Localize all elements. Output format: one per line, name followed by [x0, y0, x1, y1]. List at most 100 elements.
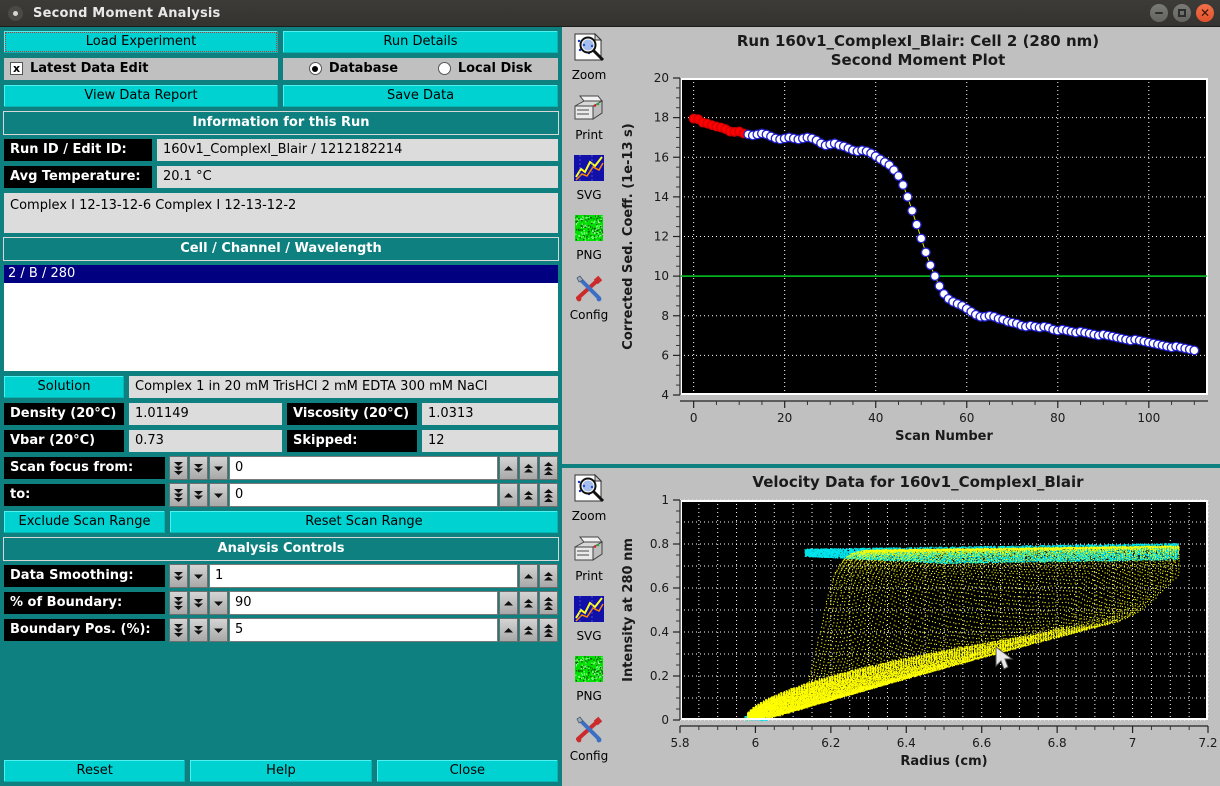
save-data-button[interactable]: Save Data — [282, 84, 559, 108]
toolbar-item-label: Zoom — [572, 68, 607, 82]
toolbar-config-button[interactable]: Config — [570, 714, 608, 763]
boundary-position-input[interactable]: 5 — [229, 618, 498, 642]
data-source-radio-group: Database Local Disk — [282, 57, 559, 81]
scan-focus-to-input[interactable]: 0 — [229, 483, 498, 507]
print-icon — [571, 534, 607, 568]
decrement-button[interactable] — [209, 456, 228, 480]
exclude-scan-range-button[interactable]: Exclude Scan Range — [3, 510, 166, 534]
triple-decrement-button[interactable] — [169, 483, 188, 507]
toolbar-config-button[interactable]: Config — [570, 273, 608, 322]
triple-increment-button[interactable] — [539, 618, 558, 642]
toolbar-item-label: SVG — [576, 629, 601, 643]
radio-database[interactable]: Database — [308, 61, 398, 76]
decrement-button[interactable] — [189, 564, 208, 588]
plot-toolbar-bottom: Zoom Print SVG PNG Config — [562, 468, 616, 786]
double-increment-button[interactable] — [539, 564, 558, 588]
toolbar-svg-button[interactable]: SVG — [571, 153, 607, 202]
double-decrement-button[interactable] — [169, 564, 188, 588]
analysis-controls-header: Analysis Controls — [3, 537, 559, 561]
radio-database-glyph — [308, 62, 322, 75]
velocity-data-plot-title: Velocity Data for 160v1_ComplexI_Blair — [616, 468, 1220, 492]
view-data-report-button[interactable]: View Data Report — [3, 84, 279, 108]
reset-scan-range-button[interactable]: Reset Scan Range — [169, 510, 559, 534]
toolbar-item-label: SVG — [576, 188, 601, 202]
reset-button[interactable]: Reset — [3, 759, 187, 783]
config-icon — [571, 273, 607, 307]
triple-increment-button[interactable] — [539, 483, 558, 507]
triple-increment-button[interactable] — [539, 456, 558, 480]
close-button[interactable]: Close — [375, 759, 559, 783]
increment-button[interactable] — [499, 591, 518, 615]
svg-text:14: 14 — [654, 190, 669, 204]
svg-text:Corrected Sed. Coeff. (1e-13 s: Corrected Sed. Coeff. (1e-13 s) — [621, 123, 636, 349]
latest-data-edit-label: Latest Data Edit — [30, 61, 149, 76]
toolbar-item-label: Print — [575, 569, 603, 583]
decrement-button[interactable] — [209, 591, 228, 615]
double-decrement-button[interactable] — [189, 618, 208, 642]
radio-local-disk[interactable]: Local Disk — [437, 61, 532, 76]
toolbar-zoom-button[interactable]: Zoom — [571, 32, 607, 82]
window-titlebar: Second Moment Analysis ✕ — [0, 0, 1220, 27]
boundary-position-label: Boundary Pos. (%): — [3, 618, 166, 642]
increment-button[interactable] — [499, 483, 518, 507]
svg-icon — [571, 153, 607, 187]
config-icon — [571, 714, 607, 748]
solution-button[interactable]: Solution — [3, 375, 125, 399]
increment-button[interactable] — [519, 564, 538, 588]
toolbar-png-button[interactable]: PNG — [571, 213, 607, 262]
double-decrement-button[interactable] — [189, 483, 208, 507]
increment-button[interactable] — [499, 618, 518, 642]
second-moment-plot-svg[interactable]: 4 6 8 10 12 14 16 18 20 0 20 40 60 80 100 Scan Number Co… — [616, 70, 1220, 460]
double-decrement-button[interactable] — [189, 456, 208, 480]
plot-toolbar-top: Zoom Print SVG PNG Config — [562, 27, 616, 464]
toolbar-item-label: PNG — [576, 248, 602, 262]
triple-decrement-button[interactable] — [169, 591, 188, 615]
double-decrement-button[interactable] — [189, 591, 208, 615]
svg-text:8: 8 — [661, 309, 669, 323]
triple-decrement-button[interactable] — [169, 456, 188, 480]
run-id-value: 160v1_ComplexI_Blair / 1212182214 — [156, 138, 559, 162]
toolbar-png-button[interactable]: PNG — [571, 654, 607, 703]
double-increment-button[interactable] — [519, 618, 538, 642]
zoom-icon — [571, 32, 607, 67]
toolbar-print-button[interactable]: Print — [571, 534, 607, 583]
radio-local-disk-glyph — [437, 62, 451, 75]
svg-text:18: 18 — [654, 111, 669, 125]
maximize-button[interactable] — [1173, 4, 1191, 22]
print-icon — [571, 93, 607, 127]
data-smoothing-spinner: 1 — [169, 564, 559, 588]
percent-of-boundary-input[interactable]: 90 — [229, 591, 498, 615]
decrement-button[interactable] — [209, 618, 228, 642]
double-increment-button[interactable] — [519, 456, 538, 480]
toolbar-print-button[interactable]: Print — [571, 93, 607, 142]
skipped-value: 12 — [421, 429, 559, 453]
scan-focus-to-label: to: — [3, 483, 166, 507]
data-smoothing-input[interactable]: 1 — [209, 564, 518, 588]
double-increment-button[interactable] — [519, 591, 538, 615]
triple-decrement-button[interactable] — [169, 618, 188, 642]
density-value: 1.01149 — [128, 402, 283, 426]
triple-increment-button[interactable] — [539, 591, 558, 615]
velocity-data-plot-svg[interactable]: 00.20.40.60.815.8 6 6.2 6.4 6.6 6.8 7 7.2Radius… — [616, 492, 1220, 782]
list-item[interactable]: 2 / B / 280 — [4, 265, 558, 283]
toolbar-svg-button[interactable]: SVG — [571, 594, 607, 643]
svg-text:4: 4 — [661, 388, 669, 402]
close-window-button[interactable]: ✕ — [1196, 4, 1214, 22]
scan-focus-from-input[interactable]: 0 — [229, 456, 498, 480]
run-description: Complex I 12-13-12-6 Complex I 12-13-12-… — [3, 192, 559, 234]
run-details-button[interactable]: Run Details — [282, 30, 559, 54]
increment-button[interactable] — [499, 456, 518, 480]
vbar-value: 0.73 — [128, 429, 283, 453]
toolbar-zoom-button[interactable]: Zoom — [571, 473, 607, 523]
solution-value: Complex 1 in 20 mM TrisHCl 2 mM EDTA 300… — [128, 375, 559, 399]
latest-data-edit-checkbox[interactable]: x Latest Data Edit — [3, 57, 279, 81]
double-increment-button[interactable] — [519, 483, 538, 507]
cell-channel-listbox[interactable]: 2 / B / 280 — [3, 264, 559, 372]
minimize-button[interactable] — [1150, 4, 1168, 22]
vbar-label: Vbar (20°C) — [3, 429, 125, 453]
decrement-button[interactable] — [209, 483, 228, 507]
window-menu-icon[interactable] — [8, 5, 23, 21]
help-button[interactable]: Help — [189, 759, 373, 783]
load-experiment-button[interactable]: Load Experiment — [3, 30, 279, 54]
toolbar-item-label: Zoom — [572, 509, 607, 523]
